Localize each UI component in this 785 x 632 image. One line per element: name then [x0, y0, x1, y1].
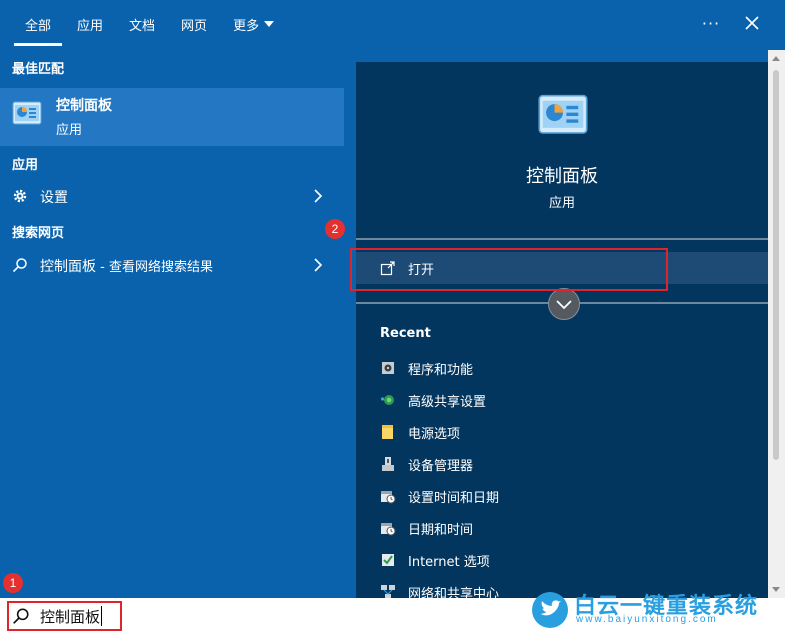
- divider: [356, 238, 768, 240]
- apps-heading: 应用: [12, 158, 39, 173]
- recent-item[interactable]: 电源选项: [380, 421, 760, 443]
- scroll-up-icon[interactable]: [772, 56, 780, 61]
- detail-subtitle: 应用: [548, 196, 575, 211]
- tab-web[interactable]: 网页: [168, 0, 220, 48]
- recent-item[interactable]: Internet 选项: [380, 549, 760, 571]
- tab-more[interactable]: 更多: [220, 0, 287, 48]
- best-match-type: 应用: [56, 123, 83, 138]
- app-item-settings[interactable]: 设置: [0, 181, 344, 211]
- programs-icon: [382, 362, 394, 374]
- recent-item[interactable]: 高级共享设置: [380, 389, 760, 411]
- expand-button[interactable]: [548, 288, 580, 320]
- recent-item[interactable]: 设置时间和日期: [380, 485, 760, 507]
- calendar-icon: [381, 523, 396, 536]
- control-panel-icon: [12, 101, 42, 125]
- best-match-heading: 最佳匹配: [12, 62, 65, 77]
- search-icon: [12, 258, 27, 273]
- more-options-button[interactable]: ···: [696, 10, 726, 36]
- app-item-label: 设置: [40, 190, 68, 206]
- tab-apps[interactable]: 应用: [64, 0, 116, 48]
- results-panel: 最佳匹配 控制面板 应用 应用 设置 搜索网页 控制面板 - 查看网络搜索结果: [0, 50, 344, 598]
- search-tab-bar: 全部 应用 文档 网页 更多 ···: [0, 0, 785, 50]
- scrollbar-thumb[interactable]: [773, 70, 779, 460]
- gear-icon: [13, 189, 27, 203]
- chevron-right-icon: [314, 258, 323, 272]
- close-icon: [745, 16, 759, 30]
- best-match-item[interactable]: 控制面板 应用: [0, 88, 344, 146]
- internet-options-icon: [382, 554, 394, 566]
- detail-title: 控制面板: [526, 166, 598, 187]
- recent-item[interactable]: 设备管理器: [380, 453, 760, 475]
- network-sharing-icon: [380, 395, 394, 405]
- tab-all[interactable]: 全部: [12, 0, 64, 48]
- web-search-hint: - 查看网络搜索结果: [96, 260, 213, 275]
- annotation-box-open: [350, 248, 668, 291]
- bird-logo-icon: [532, 592, 568, 628]
- close-button[interactable]: [738, 10, 766, 36]
- search-tabs: 全部 应用 文档 网页 更多: [12, 0, 287, 48]
- power-options-icon: [382, 425, 393, 439]
- watermark-url: www.baiyunxitong.com: [576, 614, 718, 625]
- web-search-item[interactable]: 控制面板 - 查看网络搜索结果: [0, 250, 344, 280]
- web-search-heading: 搜索网页: [12, 226, 65, 241]
- recent-heading: Recent: [380, 326, 431, 341]
- recent-item[interactable]: 程序和功能: [380, 357, 760, 379]
- annotation-badge-2: 2: [325, 219, 345, 239]
- scrollbar[interactable]: [768, 50, 785, 598]
- tab-documents[interactable]: 文档: [116, 0, 168, 48]
- annotation-badge-1: 1: [3, 573, 23, 593]
- watermark: 白云一键重装系统 www.baiyunxitong.com: [530, 590, 780, 630]
- recent-item[interactable]: 日期和时间: [380, 517, 760, 539]
- detail-panel: 控制面板 应用 打开 Recent 程序和功能 高级共享设置 电源选项 设备管理…: [356, 62, 768, 602]
- device-manager-icon: [382, 457, 394, 471]
- chevron-down-icon: [264, 21, 275, 27]
- chevron-down-icon: [556, 300, 572, 310]
- web-search-label: 控制面板 - 查看网络搜索结果: [40, 259, 213, 275]
- annotation-box-search: [7, 601, 122, 631]
- best-match-name: 控制面板: [56, 98, 112, 114]
- clock-icon: [381, 491, 396, 504]
- control-panel-icon: [538, 94, 588, 134]
- chevron-right-icon: [314, 189, 323, 203]
